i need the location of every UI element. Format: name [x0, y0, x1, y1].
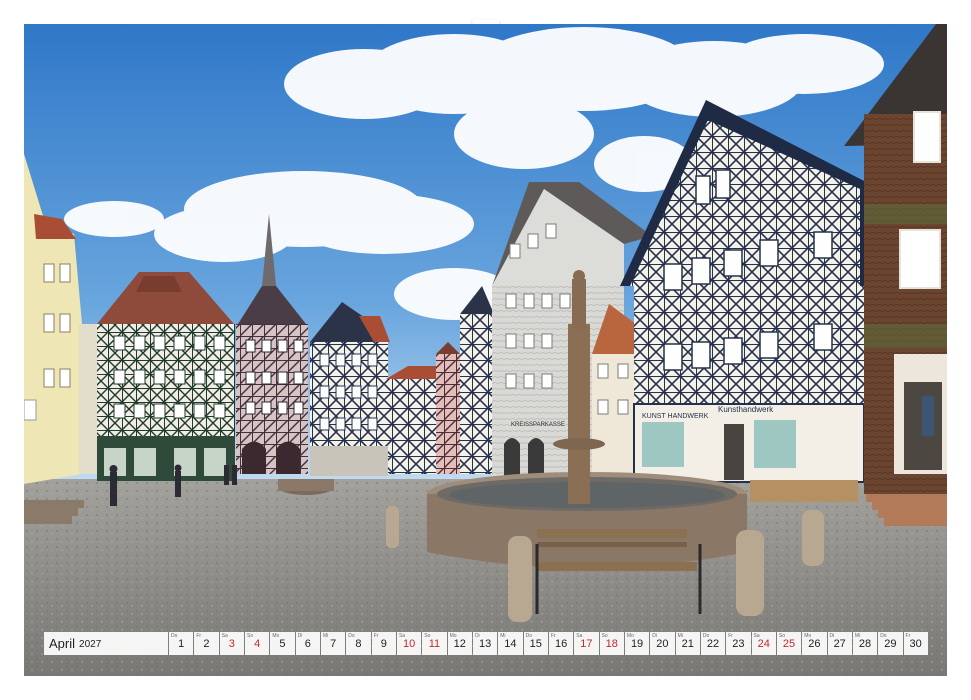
shop-sign-left: KREISSPARKASSE [511, 422, 565, 428]
day-number: 27 [833, 638, 846, 650]
calendar-day: So 18 [599, 632, 624, 655]
calendar-day: Mi 7 [320, 632, 346, 655]
day-number: 5 [279, 638, 286, 650]
calendar-day: So 11 [422, 632, 447, 655]
shop-sign-mid: KUNST HANDWERK [642, 413, 709, 420]
calendar-day: Di 13 [472, 632, 498, 655]
day-number: 25 [782, 638, 796, 650]
calendar-day: Di 6 [295, 632, 320, 655]
calendar-day: Sa 17 [574, 632, 599, 655]
day-number: 7 [330, 638, 337, 650]
calendar-day: Do 29 [878, 632, 903, 655]
day-number: 9 [380, 638, 387, 650]
year-label: 2027 [79, 639, 102, 650]
calendar-day: Di 20 [650, 632, 675, 655]
calendar-day: Fr 23 [726, 632, 751, 655]
day-number: 15 [529, 638, 542, 650]
day-number: 14 [504, 638, 517, 650]
calendar-day: Mo 26 [802, 632, 827, 655]
calendar-day: Mo 19 [624, 632, 650, 655]
month-label-box: April 2027 [44, 632, 168, 655]
day-number: 18 [605, 638, 618, 650]
calendar-day: Mi 14 [498, 632, 523, 655]
day-number: 4 [254, 638, 261, 650]
day-number: 16 [554, 638, 568, 650]
calendar-day: Do 1 [169, 632, 194, 655]
day-number: 8 [355, 638, 362, 650]
day-number: 2 [203, 638, 210, 650]
day-number: 17 [580, 638, 593, 650]
day-number: 24 [757, 638, 770, 650]
calendar-day: Fr 9 [371, 632, 396, 655]
day-number: 20 [656, 638, 669, 650]
day-number: 30 [909, 638, 922, 650]
calendar-day: Mo 5 [270, 632, 295, 655]
shop-sign-right: Kunsthandwerk [718, 405, 774, 414]
calendar-day: Sa 24 [751, 632, 776, 655]
calendar-day: Do 22 [700, 632, 726, 655]
calendar-day: Di 27 [827, 632, 852, 655]
day-number: 22 [706, 638, 720, 650]
calendar-strip: April 2027 Do 1 Fr 2 Sa 3 So 4 Mo 5 Di 6 Mi 7 Do 8 Fr 9 Sa… [44, 632, 928, 655]
day-number: 10 [402, 638, 416, 650]
calendar-day: Fr 16 [548, 632, 574, 655]
day-number: 26 [808, 638, 821, 650]
day-number: 1 [178, 638, 185, 650]
month-name: April [49, 636, 76, 651]
day-number: 29 [884, 638, 897, 650]
day-number: 13 [478, 638, 492, 650]
calendar-day: Fr 30 [903, 632, 928, 655]
calendar-day: Do 8 [346, 632, 371, 655]
calendar-day: Mi 28 [852, 632, 878, 655]
day-number: 12 [453, 638, 466, 650]
day-number: 28 [858, 638, 872, 650]
day-number: 3 [228, 638, 235, 650]
day-number: 23 [732, 638, 745, 650]
calendar-day: Sa 3 [219, 632, 244, 655]
calendar-day: Mo 12 [447, 632, 472, 655]
calendar-day: So 25 [776, 632, 802, 655]
day-number: 6 [304, 638, 311, 650]
calendar-day: Mi 21 [675, 632, 700, 655]
day-number: 19 [630, 638, 644, 650]
calendar-day: Fr 2 [194, 632, 219, 655]
day-number: 11 [428, 638, 441, 650]
calendar-day: So 4 [244, 632, 270, 655]
calendar-day: Do 15 [523, 632, 548, 655]
day-number: 21 [681, 638, 694, 650]
town-square-photo: KREISSPARKASSE KUNST HANDWERK Kunsthandw… [24, 24, 947, 676]
calendar-day: Sa 10 [396, 632, 422, 655]
